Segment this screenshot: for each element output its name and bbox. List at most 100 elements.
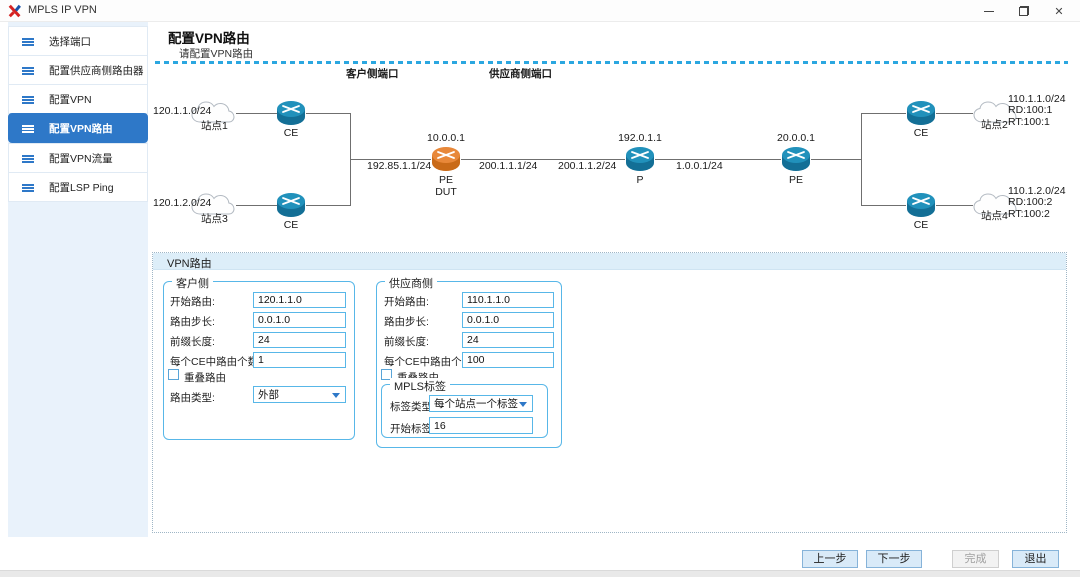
close-button[interactable]: ✕ [1043,0,1075,22]
exit-button[interactable]: 退出 [1012,550,1059,568]
menu-icon [22,125,34,127]
sidebar: 选择端口 配置供应商侧路由器 配置VPN 配置VPN路由 配置VPN流量 配置L… [8,22,148,537]
sidebar-item-config-vpn-route[interactable]: 配置VPN路由 [8,113,148,143]
customer-prefix-length-label: 前缀长度: [170,334,215,349]
page-subtitle: 请配置VPN路由 [179,46,253,61]
window-title: MPLS IP VPN [28,4,97,16]
customer-route-step-label: 路由步长: [170,314,215,329]
provider-prefix-length-input[interactable] [462,332,554,348]
status-bar [0,570,1080,577]
vpn-route-panel-header: VPN路由 [153,253,1066,270]
provider-prefix-length-label: 前缀长度: [384,334,429,349]
ce1-label: CE [276,128,306,139]
sidebar-item-config-vpn-traffic[interactable]: 配置VPN流量 [8,143,148,173]
customer-route-type-label: 路由类型: [170,390,215,405]
provider-route-step-label: 路由步长: [384,314,429,329]
link-line [861,113,862,206]
link-ce-pe-ip-label: 192.85.1.1/24 [367,161,431,172]
ce1-router-icon [276,99,306,127]
site2-rd-label: RD:100:1 [1008,105,1052,116]
label-type-select[interactable]: 每个站点一个标签 [429,395,533,412]
next-step-button[interactable]: 下一步 [866,550,922,568]
sidebar-item-config-provider-router[interactable]: 配置供应商侧路由器 [8,55,148,85]
site3-ip-label: 120.1.2.0/24 [153,198,211,209]
customer-prefix-length-input[interactable] [253,332,346,348]
site4-rt-label: RT:100:2 [1008,209,1050,220]
site4-name-label: 站点4 [981,211,1008,222]
ce4-label: CE [906,220,936,231]
link-line [811,159,862,160]
title-bar: MPLS IP VPN ✕ [0,0,1080,22]
customer-route-type-select[interactable]: 外部 [253,386,346,403]
pe2-name-label: PE [781,175,811,186]
p-router-icon [625,145,655,173]
site1-ip-label: 120.1.1.0/24 [153,106,211,117]
provider-start-route-label: 开始路由: [384,294,429,309]
site1-name-label: 站点1 [201,121,228,132]
customer-routes-per-ce-input[interactable] [253,352,346,368]
customer-overlap-route-label: 重叠路由 [184,370,226,385]
site3-name-label: 站点3 [201,214,228,225]
link-line [236,205,277,206]
ce2-router-icon [276,191,306,219]
mpls-label-legend: MPLS标签 [390,378,450,394]
link-line [936,113,973,114]
menu-icon [22,67,34,69]
vpn-route-panel-title: VPN路由 [167,255,212,271]
site4-rd-label: RD:100:2 [1008,197,1052,208]
customer-port-header: 客户侧端口 [346,69,399,80]
link-p-pe2-ip-label: 1.0.0.1/24 [676,161,723,172]
menu-icon [22,38,34,40]
finish-button: 完成 [952,550,999,568]
previous-step-button[interactable]: 上一步 [802,550,858,568]
pe-dut-ip-label: 10.0.0.1 [424,133,468,144]
link-line [236,113,277,114]
menu-icon [22,155,34,157]
pe2-ip-label: 20.0.0.1 [774,133,818,144]
link-line [936,205,973,206]
page-title: 配置VPN路由 [168,27,250,47]
site2-rt-label: RT:100:1 [1008,117,1050,128]
customer-start-route-label: 开始路由: [170,294,215,309]
restore-icon [1019,6,1029,16]
pe-dut-name-label: PE [431,175,461,186]
ce2-label: CE [276,220,306,231]
link-pe-p-ip2-label: 200.1.1.2/24 [558,161,616,172]
link-line [306,113,351,114]
site2-name-label: 站点2 [981,120,1008,131]
app-logo-icon [8,4,22,18]
provider-start-route-input[interactable] [462,292,554,308]
sidebar-item-select-port[interactable]: 选择端口 [8,26,148,56]
pe-dut-dut-label: DUT [431,187,461,198]
ce4-router-icon [906,191,936,219]
p-name-label: P [625,175,655,186]
minimize-button[interactable] [973,0,1005,22]
menu-icon [22,184,34,186]
customer-routes-per-ce-label: 每个CE中路由个数: [170,354,261,369]
link-pe-p-ip1-label: 200.1.1.1/24 [479,161,537,172]
chevron-down-icon [519,402,527,407]
customer-route-step-input[interactable] [253,312,346,328]
ce3-router-icon [906,99,936,127]
ce3-label: CE [906,128,936,139]
pe2-router-icon [781,145,811,173]
pe-dut-router-icon [431,145,461,173]
sidebar-item-config-lsp-ping[interactable]: 配置LSP Ping [8,172,148,202]
customer-overlap-route-checkbox[interactable] [168,369,179,380]
dashed-separator [155,61,1068,64]
link-line [862,205,906,206]
menu-icon [22,96,34,98]
maximize-button[interactable] [1008,0,1040,22]
provider-port-header: 供应商侧端口 [489,69,552,80]
app-window: MPLS IP VPN ✕ 选择端口 配置供应商侧路由器 配置VPN 配置VPN… [0,0,1080,577]
sidebar-item-config-vpn[interactable]: 配置VPN [8,84,148,114]
p-ip-label: 192.0.1.1 [618,133,662,144]
chevron-down-icon [332,393,340,398]
customer-start-route-input[interactable] [253,292,346,308]
start-label-input[interactable] [429,417,533,434]
link-line [306,205,351,206]
minimize-icon [984,11,994,12]
provider-routes-per-ce-input[interactable] [462,352,554,368]
customer-side-legend: 客户侧 [172,275,213,291]
provider-route-step-input[interactable] [462,312,554,328]
